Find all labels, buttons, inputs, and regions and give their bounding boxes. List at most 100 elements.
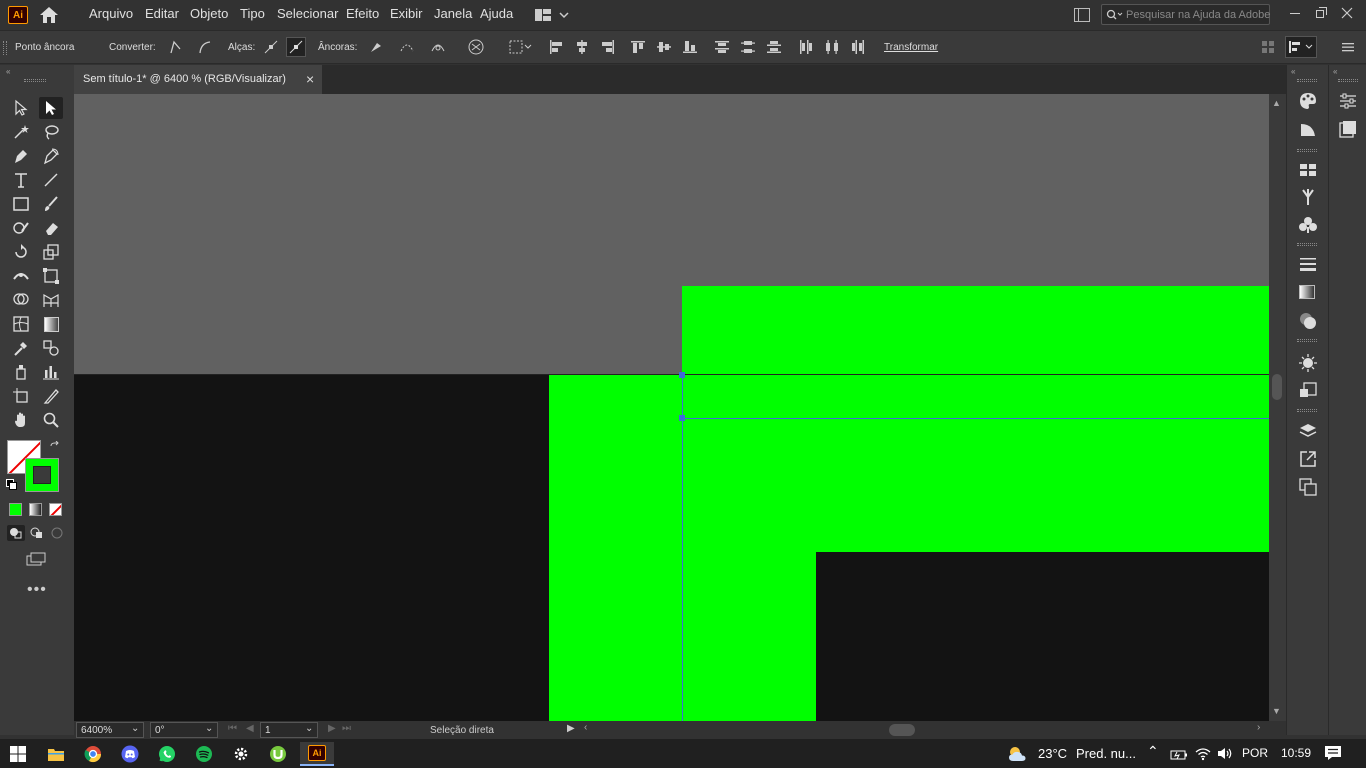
convert-smooth-icon[interactable] — [195, 37, 215, 57]
home-icon[interactable] — [38, 5, 60, 25]
search-box[interactable]: Pesquisar na Ajuda da Adobe — [1101, 4, 1270, 25]
whatsapp-icon[interactable] — [152, 742, 182, 766]
remove-anchor-icon[interactable] — [366, 37, 386, 57]
handles-hide-icon[interactable] — [286, 37, 306, 57]
line-tool-icon[interactable] — [39, 169, 63, 191]
artwork-black-left[interactable] — [74, 375, 549, 721]
free-transform-tool-icon[interactable] — [39, 265, 63, 287]
menu-janela[interactable]: Janela — [434, 6, 472, 21]
shaper-tool-icon[interactable] — [9, 217, 33, 239]
align-to-selection-icon[interactable] — [508, 37, 534, 57]
distribute-vcenter-icon[interactable] — [738, 37, 758, 57]
properties-toggle-icon[interactable] — [1285, 36, 1317, 58]
screen-mode-icon[interactable] — [25, 551, 47, 567]
mesh-tool-icon[interactable] — [9, 313, 33, 335]
cut-anchor-icon[interactable] — [428, 37, 448, 57]
language-indicator[interactable]: POR — [1242, 746, 1268, 760]
magic-wand-tool-icon[interactable] — [9, 121, 33, 143]
rotate-tool-icon[interactable] — [9, 241, 33, 263]
dock-grip[interactable] — [1297, 409, 1317, 412]
draw-normal-icon[interactable] — [7, 525, 25, 541]
draw-inside-icon[interactable] — [49, 525, 67, 541]
align-top-icon[interactable] — [628, 37, 648, 57]
tools-grip[interactable] — [24, 79, 46, 82]
path-segment-vertical[interactable] — [682, 375, 683, 721]
artwork-black-right[interactable] — [816, 552, 1269, 721]
brushes-panel-icon[interactable] — [1298, 187, 1318, 212]
scroll-thumb[interactable] — [1272, 374, 1282, 400]
artboards-panel-icon[interactable] — [1298, 477, 1318, 502]
stroke-swatch[interactable] — [25, 458, 59, 492]
settings-icon[interactable] — [226, 742, 256, 766]
volume-icon[interactable] — [1216, 746, 1234, 766]
dock-grip[interactable] — [1297, 339, 1317, 342]
eyedropper-tool-icon[interactable] — [9, 337, 33, 359]
scroll-up-arrow[interactable]: ▲ — [1272, 98, 1281, 108]
default-colors-icon[interactable] — [6, 479, 18, 491]
prev-artboard-icon[interactable]: ◀ — [246, 723, 254, 734]
align-bottom-icon[interactable] — [680, 37, 700, 57]
align-right-icon[interactable] — [598, 37, 618, 57]
battery-icon[interactable] — [1170, 748, 1188, 766]
zoom-dropdown-icon[interactable]: ⌄ — [131, 723, 139, 734]
arrange-grid-icon[interactable] — [1258, 37, 1278, 57]
chrome-icon[interactable] — [78, 742, 108, 766]
transform-link[interactable]: Transformar — [884, 42, 938, 53]
vertical-scrollbar[interactable]: ▲ ▼ — [1269, 94, 1286, 721]
blend-tool-icon[interactable] — [39, 337, 63, 359]
tray-chevron-icon[interactable]: ⌃ — [1147, 743, 1159, 760]
next-artboard-icon[interactable]: ▶ — [328, 723, 336, 734]
menu-editar[interactable]: Editar — [145, 6, 179, 21]
swatches-panel-icon[interactable] — [1298, 161, 1318, 184]
libraries-panel-icon[interactable] — [1338, 119, 1358, 144]
export-panel-icon[interactable] — [1298, 449, 1318, 474]
convert-corner-icon[interactable] — [165, 37, 185, 57]
discord-icon[interactable] — [115, 742, 145, 766]
align-hcenter-icon[interactable] — [572, 37, 592, 57]
slice-tool-icon[interactable] — [39, 385, 63, 407]
artboard-tool-icon[interactable] — [9, 385, 33, 407]
color-guide-icon[interactable] — [1298, 119, 1318, 144]
type-tool-icon[interactable] — [9, 169, 33, 191]
isolate-icon[interactable] — [466, 37, 486, 57]
rotation-field[interactable]: 0° ⌄ — [150, 722, 218, 738]
dock-grip[interactable] — [1297, 149, 1317, 152]
close-window-button[interactable] — [1338, 4, 1356, 22]
zoom-field[interactable]: 6400% ⌄ — [76, 722, 144, 738]
draw-behind-icon[interactable] — [28, 525, 46, 541]
menu-selecionar[interactable]: Selecionar — [277, 6, 338, 21]
status-menu-arrow[interactable]: ▶ — [567, 723, 575, 734]
curvature-tool-icon[interactable] — [39, 145, 63, 167]
paintbrush-tool-icon[interactable] — [39, 193, 63, 215]
distribute-right-icon[interactable] — [848, 37, 868, 57]
utorrent-icon[interactable] — [263, 742, 293, 766]
artboard-dropdown-icon[interactable]: ⌄ — [305, 723, 313, 734]
restore-button[interactable] — [1312, 4, 1330, 22]
dock-grip[interactable] — [1297, 243, 1317, 246]
collapse-properties-icon[interactable]: « — [1333, 67, 1337, 76]
rectangle-tool-icon[interactable] — [9, 193, 33, 215]
collapse-tools-icon[interactable]: « — [6, 67, 10, 76]
dock-grip[interactable] — [1297, 79, 1317, 82]
scroll-down-arrow[interactable]: ▼ — [1272, 706, 1281, 716]
panel-menu-icon[interactable] — [1338, 37, 1358, 57]
symbols-panel-icon[interactable] — [1298, 215, 1318, 240]
stroke-panel-icon[interactable] — [1298, 255, 1318, 278]
column-graph-tool-icon[interactable] — [39, 361, 63, 383]
anchor-point[interactable] — [679, 415, 685, 421]
handles-show-icon[interactable] — [261, 37, 281, 57]
scale-tool-icon[interactable] — [39, 241, 63, 263]
anchor-point[interactable] — [679, 372, 685, 378]
gradient-panel-icon[interactable] — [1299, 285, 1315, 299]
selection-tool-icon[interactable] — [9, 97, 33, 119]
gradient-tool-icon[interactable] — [39, 313, 63, 335]
close-tab-icon[interactable]: × — [306, 71, 314, 87]
clock-time[interactable]: 10:59 — [1281, 746, 1311, 760]
connect-anchor-icon[interactable] — [397, 37, 417, 57]
menu-tipo[interactable]: Tipo — [240, 6, 265, 21]
illustrator-icon[interactable]: Ai — [300, 742, 334, 766]
lasso-tool-icon[interactable] — [39, 121, 63, 143]
distribute-hcenter-icon[interactable] — [822, 37, 842, 57]
none-mode-button[interactable] — [49, 503, 62, 516]
hand-tool-icon[interactable] — [9, 409, 33, 431]
